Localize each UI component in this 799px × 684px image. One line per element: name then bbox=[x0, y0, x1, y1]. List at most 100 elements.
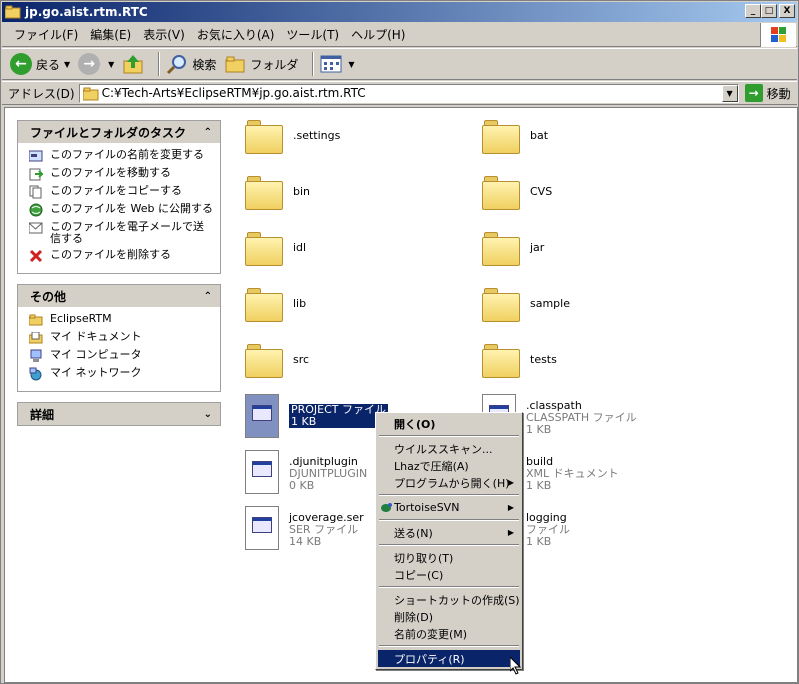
menu-item-virus-scan[interactable]: ウイルススキャン... bbox=[378, 440, 520, 457]
menu-item-open[interactable]: 開く(O) bbox=[378, 415, 520, 432]
task-label[interactable]: このファイルの名前を変更する bbox=[50, 149, 204, 161]
other-places-header[interactable]: その他 ⌃ bbox=[18, 285, 220, 307]
chevron-down-icon[interactable]: ▼ bbox=[64, 60, 70, 69]
menu-item-send-to[interactable]: 送る(N) ▶ bbox=[378, 524, 520, 541]
task-label[interactable]: このファイルを Web に公開する bbox=[50, 203, 213, 215]
place-label[interactable]: マイ ネットワーク bbox=[50, 367, 142, 379]
menu-edit[interactable]: 編集(E) bbox=[84, 24, 137, 45]
folder-item[interactable]: bin bbox=[245, 176, 310, 210]
folders-button[interactable]: フォルダ bbox=[224, 53, 298, 75]
place-label[interactable]: マイ コンピュータ bbox=[50, 349, 142, 361]
file-name: .settings bbox=[293, 129, 341, 142]
up-folder-button[interactable] bbox=[122, 53, 144, 75]
place-label[interactable]: マイ ドキュメント bbox=[50, 331, 142, 343]
file-name: lib bbox=[293, 297, 307, 310]
menu-item-open-with[interactable]: プログラムから開く(H) ▶ bbox=[378, 474, 520, 491]
task-rename[interactable]: このファイルの名前を変更する bbox=[28, 149, 214, 163]
folder-item[interactable]: sample bbox=[482, 288, 570, 322]
menu-item-lhaz[interactable]: Lhazで圧縮(A) bbox=[378, 457, 520, 474]
folder-item[interactable]: bat bbox=[482, 120, 548, 154]
menu-file[interactable]: ファイル(F) bbox=[8, 24, 84, 45]
other-places-title: その他 bbox=[30, 289, 67, 304]
menu-item-rename[interactable]: 名前の変更(M) bbox=[378, 625, 520, 642]
folder-icon bbox=[28, 313, 44, 327]
file-icon bbox=[245, 450, 279, 494]
file-item[interactable]: jcoverage.ser SER ファイル 14 KB bbox=[245, 506, 364, 550]
file-item-selected[interactable]: PROJECT ファイル 1 KB bbox=[245, 394, 389, 438]
folder-item[interactable]: lib bbox=[245, 288, 306, 322]
folder-icon bbox=[245, 344, 283, 378]
chevron-down-icon[interactable]: ▼ bbox=[721, 84, 738, 102]
folder-item[interactable]: .settings bbox=[245, 120, 340, 154]
folder-item[interactable]: CVS bbox=[482, 176, 552, 210]
place-my-computer[interactable]: マイ コンピュータ bbox=[28, 349, 214, 363]
menu-separator bbox=[379, 645, 519, 647]
menu-tools[interactable]: ツール(T) bbox=[280, 24, 345, 45]
tortoise-icon bbox=[381, 503, 392, 512]
maximize-button[interactable]: □ bbox=[761, 4, 777, 18]
place-my-documents[interactable]: マイ ドキュメント bbox=[28, 331, 214, 345]
delete-icon bbox=[28, 249, 44, 263]
expand-icon[interactable]: ⌄ bbox=[204, 409, 212, 420]
menu-help[interactable]: ヘルプ(H) bbox=[345, 24, 411, 45]
forward-button[interactable]: → ▼ bbox=[78, 53, 114, 75]
collapse-icon[interactable]: ⌃ bbox=[204, 127, 212, 138]
address-input[interactable]: C:¥Tech-Arts¥EclipseRTM¥jp.go.aist.rtm.R… bbox=[78, 83, 739, 104]
menu-item-tortoisesvn[interactable]: TortoiseSVN ▶ bbox=[378, 499, 520, 516]
web-publish-icon bbox=[28, 203, 44, 217]
back-button[interactable]: ← 戻る ▼ bbox=[10, 53, 70, 75]
task-copy[interactable]: このファイルをコピーする bbox=[28, 185, 214, 199]
menu-favorites[interactable]: お気に入り(A) bbox=[191, 24, 281, 45]
file-name: src bbox=[293, 353, 310, 366]
folder-item[interactable]: jar bbox=[482, 232, 544, 266]
menu-item-copy[interactable]: コピー(C) bbox=[378, 566, 520, 583]
file-icon bbox=[245, 506, 279, 550]
folder-item[interactable]: src bbox=[245, 344, 309, 378]
collapse-icon[interactable]: ⌃ bbox=[204, 291, 212, 302]
place-eclipsertm[interactable]: EclipseRTM bbox=[28, 313, 214, 327]
folder-item[interactable]: idl bbox=[245, 232, 306, 266]
menu-separator bbox=[379, 519, 519, 521]
task-label[interactable]: このファイルを電子メールで送信する bbox=[50, 221, 214, 245]
task-web-publish[interactable]: このファイルを Web に公開する bbox=[28, 203, 214, 217]
other-places-panel: その他 ⌃ EclipseRTM マイ ドキュメント マイ コンピュータ マイ … bbox=[17, 284, 221, 392]
menu-item-delete[interactable]: 削除(D) bbox=[378, 608, 520, 625]
folder-item[interactable]: tests bbox=[482, 344, 557, 378]
task-move[interactable]: このファイルを移動する bbox=[28, 167, 214, 181]
folder-icon bbox=[245, 232, 283, 266]
title-bar[interactable]: jp.go.aist.rtm.RTC _ □ X bbox=[2, 2, 797, 22]
task-label[interactable]: このファイルを移動する bbox=[50, 167, 171, 179]
chevron-down-icon[interactable]: ▼ bbox=[108, 60, 114, 69]
task-label[interactable]: このファイルを削除する bbox=[50, 249, 171, 261]
folder-icon bbox=[82, 87, 99, 104]
minimize-button[interactable]: _ bbox=[745, 4, 761, 18]
menu-item-cut[interactable]: 切り取り(T) bbox=[378, 549, 520, 566]
views-icon bbox=[320, 55, 342, 73]
file-tasks-header[interactable]: ファイルとフォルダのタスク ⌃ bbox=[18, 121, 220, 143]
task-email[interactable]: このファイルを電子メールで送信する bbox=[28, 221, 214, 245]
views-button[interactable]: ▼ bbox=[320, 54, 355, 74]
details-title: 詳細 bbox=[30, 407, 55, 422]
file-item[interactable]: .djunitplugin DJUNITPLUGIN 0 KB bbox=[245, 450, 367, 494]
folder-icon bbox=[482, 176, 520, 210]
menu-item-create-shortcut[interactable]: ショートカットの作成(S) bbox=[378, 591, 520, 608]
go-button[interactable]: → 移動 bbox=[744, 84, 791, 102]
file-name: bin bbox=[293, 185, 311, 198]
file-size: 1 KB bbox=[289, 416, 389, 428]
menu-view[interactable]: 表示(V) bbox=[137, 24, 191, 45]
place-label[interactable]: EclipseRTM bbox=[50, 313, 112, 325]
details-header[interactable]: 詳細 ⌄ bbox=[18, 403, 220, 425]
task-delete[interactable]: このファイルを削除する bbox=[28, 249, 214, 263]
folder-icon bbox=[482, 120, 520, 154]
search-button[interactable]: 検索 bbox=[166, 53, 216, 75]
close-button[interactable]: X bbox=[779, 4, 795, 18]
explorer-window: jp.go.aist.rtm.RTC _ □ X ファイル(F) 編集(E) 表… bbox=[0, 0, 799, 684]
file-name: CVS bbox=[530, 185, 553, 198]
file-icon bbox=[245, 394, 279, 438]
task-label[interactable]: このファイルをコピーする bbox=[50, 185, 182, 197]
chevron-down-icon[interactable]: ▼ bbox=[348, 60, 354, 69]
menu-item-properties[interactable]: プロパティ(R) bbox=[378, 650, 520, 667]
menu-item-label: TortoiseSVN bbox=[394, 501, 460, 514]
file-tasks-panel: ファイルとフォルダのタスク ⌃ このファイルの名前を変更する このファイルを移動… bbox=[17, 120, 221, 274]
place-my-network[interactable]: マイ ネットワーク bbox=[28, 367, 214, 381]
